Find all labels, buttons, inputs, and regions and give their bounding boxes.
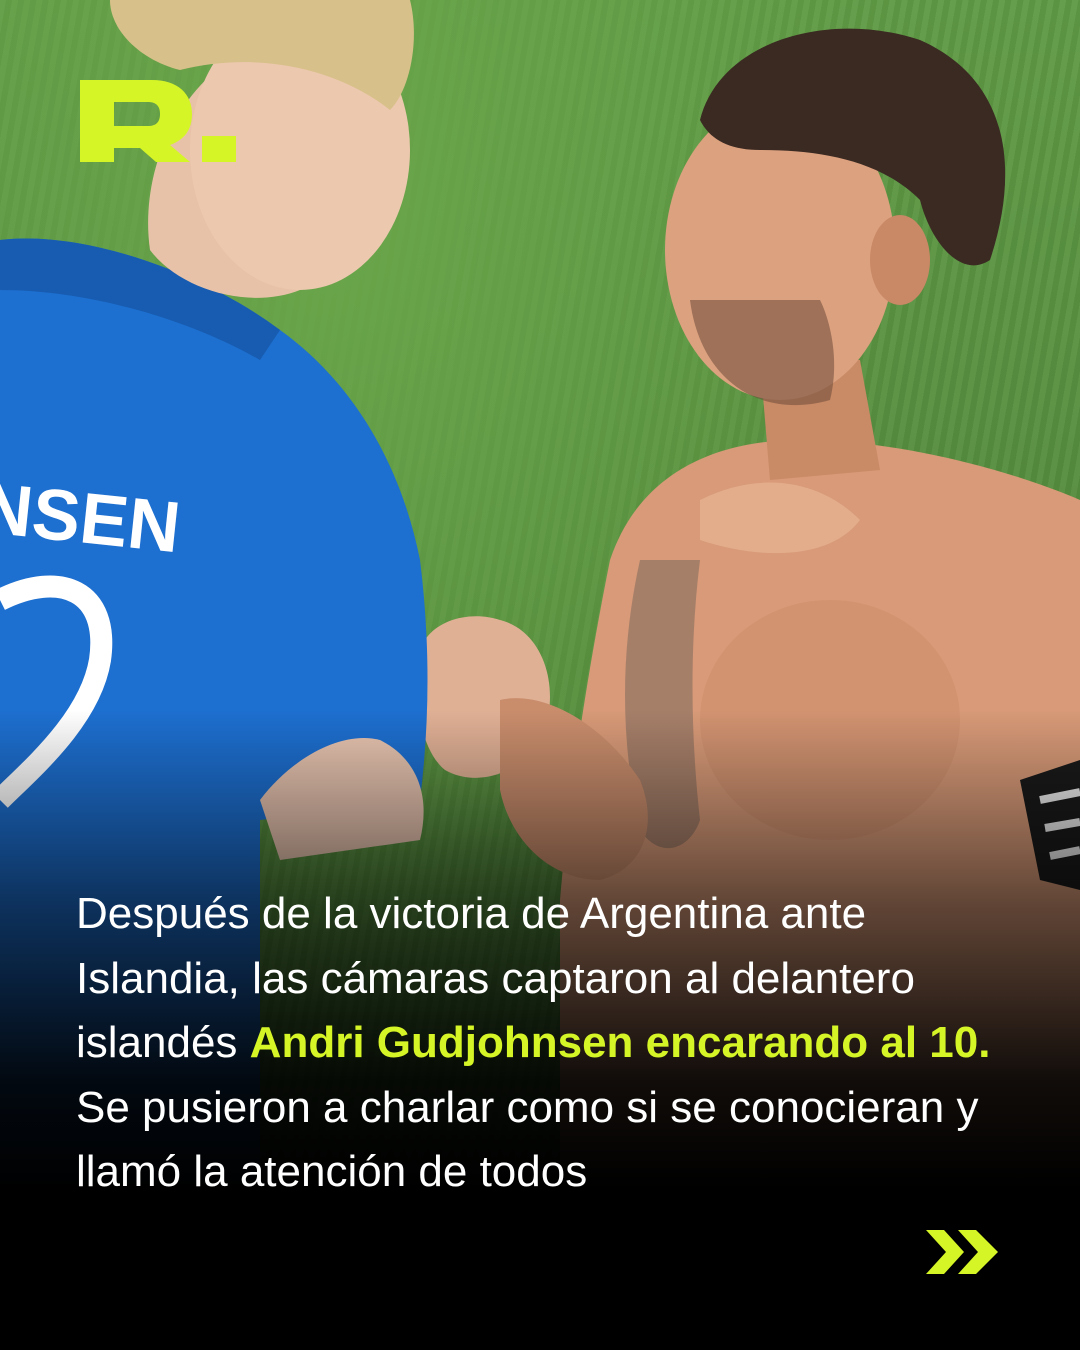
caption-highlight: Andri Gudjohnsen encarando al 10. xyxy=(249,1018,991,1067)
caption-part2: Se pusieron a charlar como si se conocie… xyxy=(76,1082,979,1197)
r-logo: R. xyxy=(80,80,236,162)
next-slide-button[interactable] xyxy=(926,1230,1002,1274)
caption-text: Después de la victoria de Argentina ante… xyxy=(76,882,1006,1205)
double-chevron-right-icon xyxy=(926,1230,998,1274)
post-card: NSEN R. Después de la victoria de Argent… xyxy=(0,0,1080,1350)
